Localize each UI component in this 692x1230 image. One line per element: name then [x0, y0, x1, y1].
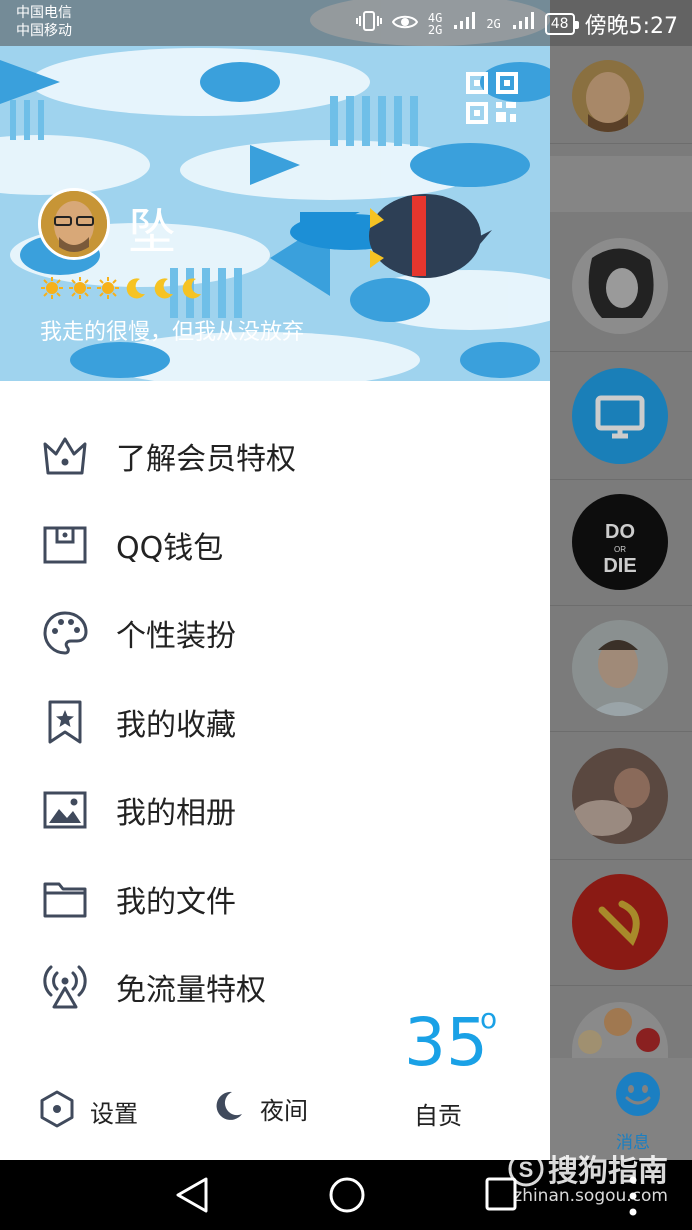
settings-hexagon-icon	[40, 1090, 74, 1132]
svg-text:OR: OR	[614, 545, 626, 554]
svg-text:DIE: DIE	[603, 555, 636, 577]
list-item[interactable]	[550, 732, 692, 860]
side-drawer: 坠 我走的很慢，但我从没放弃 了解会员特权 QQ钱包 个性装扮 我的收藏 我的相…	[0, 0, 550, 1160]
photo-icon	[40, 785, 90, 835]
menu-item-files[interactable]: 我的文件	[0, 855, 550, 944]
sun-icon	[96, 276, 120, 304]
weather-city[interactable]: 自贡	[414, 1096, 462, 1131]
folder-icon	[40, 874, 90, 924]
menu-label: 我的收藏	[116, 707, 236, 743]
avatar[interactable]	[38, 188, 110, 260]
signal-4g-text: 4G 2G	[427, 11, 443, 37]
menu-item-wallet[interactable]: QQ钱包	[0, 501, 550, 590]
signal-bars-icon	[452, 11, 476, 37]
crown-icon	[40, 431, 90, 481]
signal-2g-text: 2G	[486, 17, 501, 31]
bookmark-icon	[40, 697, 90, 747]
list-item[interactable]	[550, 860, 692, 986]
status-icons: 4G 2G 2G 48 傍晚5:27	[355, 8, 678, 40]
home-icon[interactable]	[328, 1176, 366, 1218]
avatar	[572, 874, 668, 970]
list-item[interactable]	[550, 46, 692, 144]
avatar	[572, 1002, 668, 1058]
menu-item-vip[interactable]: 了解会员特权	[0, 412, 550, 501]
back-icon[interactable]	[174, 1176, 210, 1218]
menu-label: 我的文件	[116, 884, 236, 920]
menu-label: 我的相册	[116, 796, 236, 832]
wallet-icon	[40, 520, 90, 570]
menu-label: 个性装扮	[116, 619, 236, 655]
status-bar: 中国电信 中国移动 4G 2G 2G 48 傍晚5:27	[0, 0, 692, 46]
watermark-brand-text: 搜狗指南	[548, 1154, 668, 1189]
list-item[interactable]	[550, 224, 692, 352]
night-mode-button[interactable]: 夜间	[212, 1090, 308, 1126]
menu-label: QQ钱包	[116, 530, 224, 566]
weather-temperature[interactable]: 35	[404, 1004, 488, 1081]
moon-icon	[180, 276, 204, 304]
signal-bars-icon-2	[511, 11, 535, 37]
night-mode-label: 夜间	[260, 1096, 308, 1125]
menu-item-personalize[interactable]: 个性装扮	[0, 589, 550, 678]
sun-icon	[68, 276, 92, 304]
moon-icon	[152, 276, 176, 304]
eye-icon	[391, 12, 419, 37]
moon-icon	[212, 1090, 244, 1126]
moon-icon	[124, 276, 148, 304]
carrier-info: 中国电信 中国移动	[16, 4, 72, 40]
svg-text:S: S	[519, 1157, 534, 1182]
avatar	[572, 748, 668, 844]
tab-messages[interactable]: 消息	[550, 1058, 692, 1160]
drawer-menu: 了解会员特权 QQ钱包 个性装扮 我的收藏 我的相册 我的文件 免流量特权	[0, 412, 550, 1032]
weather-degree-symbol: o	[480, 1002, 498, 1035]
avatar	[572, 238, 668, 334]
avatar: DO OR DIE	[572, 494, 668, 590]
avatar	[572, 368, 668, 464]
list-item[interactable]	[550, 986, 692, 1058]
list-item[interactable]	[550, 606, 692, 732]
list-item[interactable]	[550, 352, 692, 480]
avatar	[572, 620, 668, 716]
menu-item-favorites[interactable]: 我的收藏	[0, 678, 550, 767]
menu-label: 免流量特权	[116, 973, 266, 1009]
menu-label: 了解会员特权	[116, 442, 296, 478]
qr-code-icon[interactable]	[466, 72, 518, 124]
list-item[interactable]: DO OR DIE	[550, 480, 692, 606]
level-badges[interactable]	[40, 276, 204, 304]
profile-banner[interactable]: 坠 我走的很慢，但我从没放弃	[0, 0, 550, 381]
avatar	[572, 60, 644, 132]
svg-text:DO: DO	[605, 521, 635, 543]
palette-icon	[40, 608, 90, 658]
clock: 傍晚5:27	[584, 14, 678, 39]
carrier-mobile: 中国移动	[16, 23, 72, 39]
carrier-telecom: 中国电信	[16, 5, 72, 21]
menu-item-album[interactable]: 我的相册	[0, 766, 550, 855]
nickname[interactable]: 坠	[128, 192, 176, 262]
signature-text[interactable]: 我走的很慢，但我从没放弃	[40, 314, 304, 346]
watermark-url: zhinan.sogou.com	[513, 1186, 668, 1206]
smiley-icon	[614, 1070, 662, 1122]
chat-list-behind-overlay[interactable]: DO OR DIE	[550, 0, 692, 1160]
signal-tower-icon	[40, 962, 90, 1012]
search-bar-dimmed[interactable]	[550, 156, 692, 212]
battery-indicator: 48	[544, 13, 579, 35]
settings-label: 设置	[90, 1099, 138, 1128]
settings-button[interactable]: 设置	[40, 1090, 138, 1132]
sun-icon	[40, 276, 64, 304]
vibrate-icon	[355, 10, 382, 38]
